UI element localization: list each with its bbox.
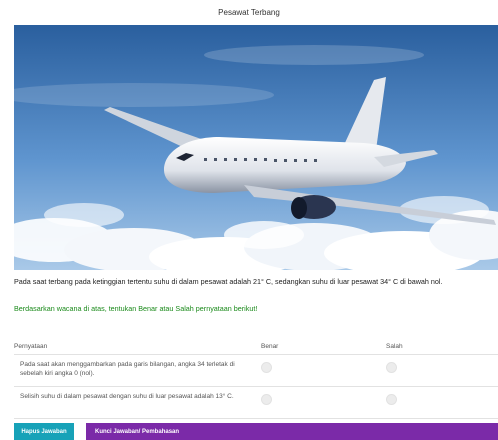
answer-key-button[interactable]: Kunci Jawaban/ Pembahasan — [86, 423, 498, 440]
header-statement: Pernyataan — [14, 343, 48, 350]
table-header: Pernyataan Benar Salah — [14, 337, 498, 355]
page-title: Pesawat Terbang — [218, 8, 280, 17]
table-row: Pada saat akan menggambarkan pada garis … — [14, 355, 498, 387]
instruction-text: Berdasarkan wacana di atas, tentukan Ben… — [14, 304, 258, 313]
reset-answer-button[interactable]: Hapus Jawaban — [14, 423, 74, 440]
header-false: Salah — [386, 343, 403, 350]
header-true: Benar — [261, 343, 279, 350]
radio-false-1[interactable] — [386, 362, 397, 373]
radio-true-2[interactable] — [261, 394, 272, 405]
table-row: Selisih suhu di dalam pesawat dengan suh… — [14, 387, 498, 419]
statement-text: Pada saat akan menggambarkan pada garis … — [20, 361, 235, 377]
statement-text: Selisih suhu di dalam pesawat dengan suh… — [20, 393, 234, 400]
statements-table: Pernyataan Benar Salah Pada saat akan me… — [14, 337, 498, 419]
passage-text: Pada saat terbang pada ketinggian terten… — [14, 277, 443, 286]
radio-false-2[interactable] — [386, 394, 397, 405]
radio-true-1[interactable] — [261, 362, 272, 373]
airplane-image — [14, 25, 498, 270]
